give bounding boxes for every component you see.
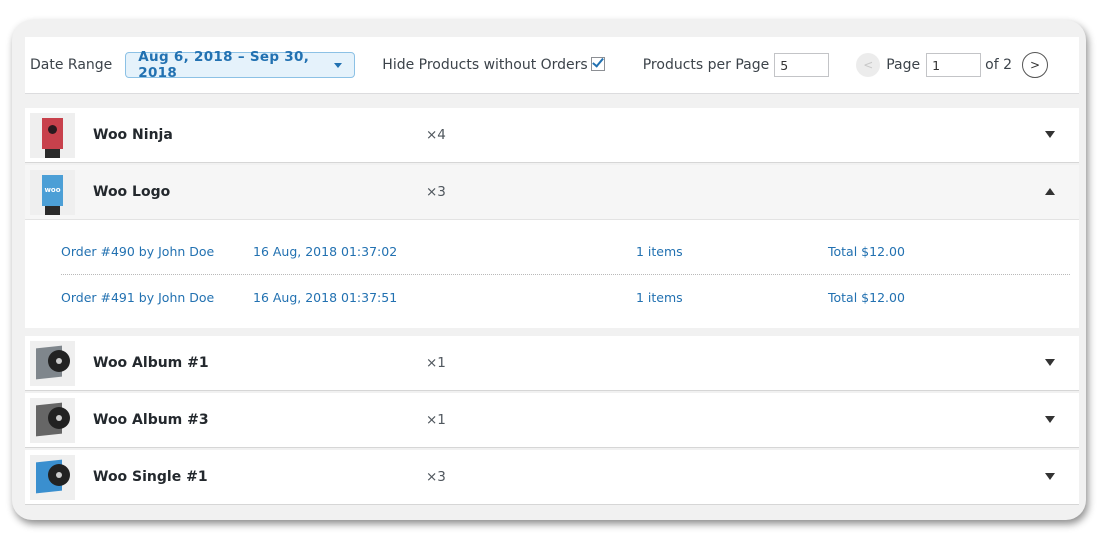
caret-down-icon [334,62,343,68]
next-page-button[interactable]: > [1022,52,1048,78]
single-icon [30,454,75,500]
order-list: Order #490 by John Doe 16 Aug, 2018 01:3… [25,220,1079,328]
product-row-woo-single-1[interactable]: Woo Single #1 ×3 [25,450,1079,505]
order-total[interactable]: Total $12.00 [828,244,905,259]
product-row-woo-album-3[interactable]: Woo Album #3 ×1 [25,393,1079,448]
expand-arrow-icon[interactable] [1045,473,1055,480]
order-total[interactable]: Total $12.00 [828,290,905,305]
prev-page-button[interactable]: < [856,53,881,77]
hide-products-checkbox[interactable] [590,57,605,71]
order-row: Order #490 by John Doe 16 Aug, 2018 01:3… [61,230,1070,275]
product-name: Woo Album #3 [93,412,209,428]
woo-logo-poster-icon: woo [30,169,75,215]
ninja-poster-icon [30,112,75,158]
date-range-value: Aug 6, 2018 – Sep 30, 2018 [138,49,310,81]
product-quantity: ×4 [426,127,446,143]
hide-products-label: Hide Products without Orders [382,57,588,73]
expand-arrow-icon[interactable] [1045,416,1055,423]
product-name: Woo Single #1 [93,469,208,485]
order-row: Order #491 by John Doe 16 Aug, 2018 01:3… [61,276,1070,320]
product-name: Woo Logo [93,184,171,200]
date-range-picker[interactable]: Aug 6, 2018 – Sep 30, 2018 [125,49,356,81]
product-row-woo-ninja[interactable]: Woo Ninja ×4 [25,108,1079,163]
date-range-label: Date Range [30,57,113,73]
order-items[interactable]: 1 items [636,244,683,259]
products-per-page-label: Products per Page [642,57,770,73]
product-name: Woo Ninja [93,127,173,143]
album-icon [30,397,75,443]
product-quantity: ×1 [426,412,446,428]
page-total-label: of 2 [985,57,1012,73]
expand-arrow-icon[interactable] [1045,359,1055,366]
order-items[interactable]: 1 items [636,290,683,305]
report-card: Date Range Aug 6, 2018 – Sep 30, 2018 Hi… [12,20,1086,520]
order-date[interactable]: 16 Aug, 2018 01:37:51 [253,290,397,305]
order-date[interactable]: 16 Aug, 2018 01:37:02 [253,244,397,259]
products-per-page-input[interactable] [774,53,830,77]
order-link[interactable]: Order #491 by John Doe [61,290,214,305]
product-name: Woo Album #1 [93,355,209,371]
order-link[interactable]: Order #490 by John Doe [61,244,214,259]
product-row-woo-album-1[interactable]: Woo Album #1 ×1 [25,336,1079,391]
product-quantity: ×3 [426,469,446,485]
product-quantity: ×3 [426,184,446,200]
album-icon [30,340,75,386]
filter-toolbar: Date Range Aug 6, 2018 – Sep 30, 2018 Hi… [25,37,1079,94]
expand-arrow-icon[interactable] [1045,131,1055,138]
page-number-input[interactable] [926,53,982,77]
page-label: Page [886,57,921,73]
collapse-arrow-icon[interactable] [1045,188,1055,195]
product-quantity: ×1 [426,355,446,371]
product-row-woo-logo[interactable]: woo Woo Logo ×3 [25,165,1079,220]
